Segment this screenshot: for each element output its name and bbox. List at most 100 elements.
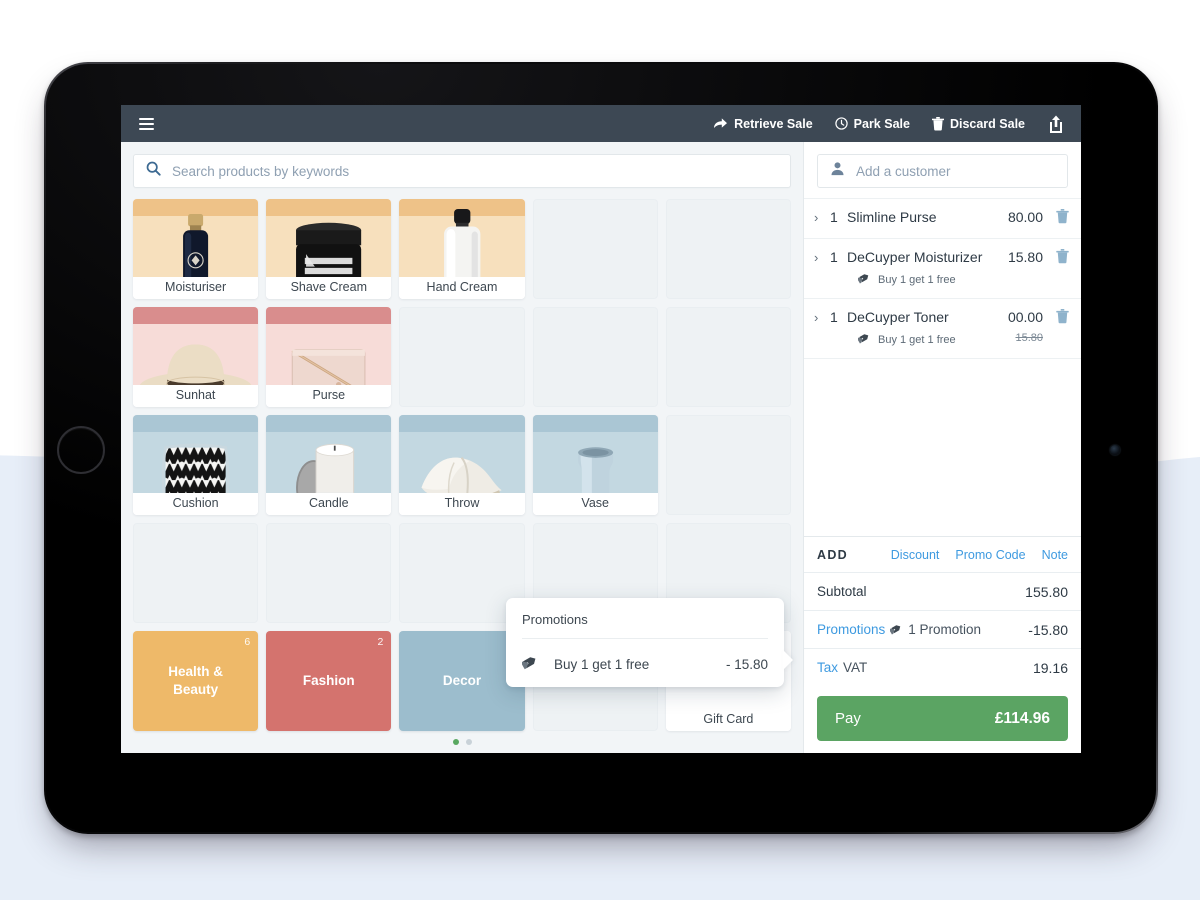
discard-sale-button[interactable]: Discard Sale bbox=[931, 116, 1025, 131]
trash-icon bbox=[931, 116, 944, 131]
cart-empty-space bbox=[804, 358, 1081, 536]
cart-total-label-group: Tax VAT bbox=[817, 660, 1033, 675]
product-tile-image bbox=[133, 415, 259, 493]
cart-item-qty: 1 bbox=[830, 249, 838, 265]
tag-icon bbox=[520, 653, 554, 675]
product-tile[interactable]: Shave Cream bbox=[266, 199, 392, 299]
category-tile-label: Decor bbox=[442, 672, 482, 688]
product-tile-empty bbox=[665, 199, 791, 299]
product-tile[interactable]: Cushion bbox=[133, 415, 259, 515]
cart-line-item[interactable]: › 1 DeCuyper Toner Buy 1 get 1 free 00.00 15.… bbox=[804, 298, 1081, 358]
product-tile-image bbox=[266, 307, 392, 385]
cart-item-price: 15.80 bbox=[1007, 249, 1043, 265]
clock-icon bbox=[834, 117, 848, 130]
arrow-return-icon bbox=[713, 117, 728, 130]
product-tile-label: Moisturiser bbox=[133, 277, 259, 299]
pay-amount: £114.96 bbox=[994, 709, 1050, 727]
product-tile-label: Throw bbox=[399, 493, 525, 515]
cart-item-price: 80.00 bbox=[1007, 209, 1043, 225]
cart-item-qty: 1 bbox=[830, 209, 838, 225]
search-icon bbox=[146, 161, 161, 181]
cart-total-sublabel: VAT bbox=[843, 660, 868, 675]
product-tile-image bbox=[532, 415, 658, 493]
expand-chevron-icon[interactable]: › bbox=[814, 308, 830, 327]
product-tile[interactable]: Candle bbox=[266, 415, 392, 515]
product-tile-empty bbox=[399, 307, 525, 407]
delete-line-item-button[interactable] bbox=[1043, 248, 1069, 269]
product-tile[interactable]: Purse bbox=[266, 307, 392, 407]
product-tile-label: Hand Cream bbox=[399, 277, 525, 299]
cart-item-promo-label: Buy 1 get 1 free bbox=[878, 274, 956, 286]
product-tile[interactable]: Throw bbox=[399, 415, 525, 515]
pay-label: Pay bbox=[835, 710, 861, 727]
cart-totals: Subtotal 155.80 Promotions 1 Promotion -15.8… bbox=[804, 572, 1081, 686]
expand-chevron-icon[interactable]: › bbox=[814, 248, 830, 267]
product-tile[interactable]: Vase bbox=[532, 415, 658, 515]
cart-add-row: ADD Discount Promo Code Note bbox=[804, 536, 1081, 572]
pay-button[interactable]: Pay £114.96 bbox=[817, 696, 1068, 741]
pagination-dot[interactable] bbox=[452, 739, 459, 745]
product-tile-label: Sunhat bbox=[133, 385, 259, 407]
park-sale-label: Park Sale bbox=[853, 116, 910, 131]
product-search-bar[interactable] bbox=[133, 154, 791, 188]
product-tile-label: Shave Cream bbox=[266, 277, 392, 299]
cart-total-value: 19.16 bbox=[1032, 659, 1068, 676]
cart-line-item[interactable]: › 1 DeCuyper Moisturizer Buy 1 get 1 free 15… bbox=[804, 238, 1081, 298]
promotions-popover-item[interactable]: Buy 1 get 1 free - 15.80 bbox=[520, 639, 768, 675]
delete-line-item-button[interactable] bbox=[1043, 208, 1069, 229]
add-customer-button[interactable]: Add a customer bbox=[817, 154, 1068, 188]
category-tile[interactable]: 2 Fashion bbox=[266, 631, 392, 731]
add-note-link[interactable]: Note bbox=[1042, 548, 1068, 562]
product-tile-image bbox=[266, 199, 392, 277]
product-tile-empty bbox=[266, 523, 392, 623]
product-tile-empty bbox=[665, 415, 791, 515]
pagination-dot[interactable] bbox=[465, 739, 472, 745]
category-tile-count: 2 bbox=[377, 636, 384, 648]
app-body: Moisturiser Shave Cream Hand Cream Sunha… bbox=[121, 142, 1081, 753]
park-sale-button[interactable]: Park Sale bbox=[834, 116, 910, 131]
cart-item-details: Slimline Purse bbox=[847, 208, 1002, 227]
product-tile-label: Candle bbox=[266, 493, 392, 515]
person-icon bbox=[830, 161, 845, 181]
delete-line-item-button[interactable] bbox=[1043, 308, 1069, 329]
trash-icon bbox=[1056, 309, 1069, 324]
cart-line-items: › 1 Slimline Purse 80.00 › 1 DeCuyper Moisturi… bbox=[804, 198, 1081, 358]
cart-item-details: DeCuyper Moisturizer Buy 1 get 1 free bbox=[847, 248, 1002, 289]
retrieve-sale-button[interactable]: Retrieve Sale bbox=[713, 117, 813, 131]
search-input[interactable] bbox=[172, 163, 778, 179]
discard-sale-label: Discard Sale bbox=[949, 116, 1025, 131]
product-tile[interactable]: Moisturiser bbox=[133, 199, 259, 299]
tablet-home-button[interactable] bbox=[57, 426, 105, 474]
cart-total-label-group: Subtotal bbox=[817, 584, 1025, 599]
hamburger-menu-icon[interactable] bbox=[135, 114, 158, 134]
category-tile[interactable]: 6 Health & Beauty bbox=[133, 631, 259, 731]
cart-line-item[interactable]: › 1 Slimline Purse 80.00 bbox=[804, 198, 1081, 238]
product-catalog-panel: Moisturiser Shave Cream Hand Cream Sunha… bbox=[121, 142, 803, 753]
add-customer-placeholder: Add a customer bbox=[856, 163, 951, 179]
cart-total-sublabel: 1 Promotion bbox=[908, 622, 982, 637]
share-upload-icon[interactable] bbox=[1047, 114, 1065, 134]
pay-section: Pay £114.96 bbox=[804, 686, 1081, 753]
cart-total-row: Promotions 1 Promotion -15.80 bbox=[804, 610, 1081, 648]
trash-icon bbox=[1056, 209, 1069, 224]
product-tile-image bbox=[399, 199, 525, 277]
cart-total-label[interactable]: Promotions bbox=[817, 622, 885, 637]
product-tile-label: Purse bbox=[266, 385, 392, 407]
category-tile-label: Fashion bbox=[302, 672, 355, 688]
cart-total-row: Tax VAT 19.16 bbox=[804, 648, 1081, 686]
add-discount-link[interactable]: Discount bbox=[891, 548, 940, 562]
customer-section: Add a customer bbox=[804, 142, 1081, 198]
catalog-pagination bbox=[133, 731, 791, 753]
tag-icon bbox=[889, 624, 901, 634]
add-promo-code-link[interactable]: Promo Code bbox=[955, 548, 1025, 562]
tag-icon bbox=[857, 331, 871, 349]
product-tile-empty bbox=[532, 307, 658, 407]
promotions-popover: Promotions Buy 1 get 1 free - 15.80 bbox=[506, 598, 784, 687]
cart-total-label[interactable]: Tax bbox=[817, 660, 838, 675]
product-tile[interactable]: Sunhat bbox=[133, 307, 259, 407]
product-tile[interactable]: Hand Cream bbox=[399, 199, 525, 299]
expand-chevron-icon[interactable]: › bbox=[814, 208, 830, 227]
retrieve-sale-label: Retrieve Sale bbox=[734, 116, 813, 131]
cart-item-promo: Buy 1 get 1 free bbox=[847, 331, 1002, 349]
category-tile-label: Gift Card bbox=[665, 709, 791, 731]
